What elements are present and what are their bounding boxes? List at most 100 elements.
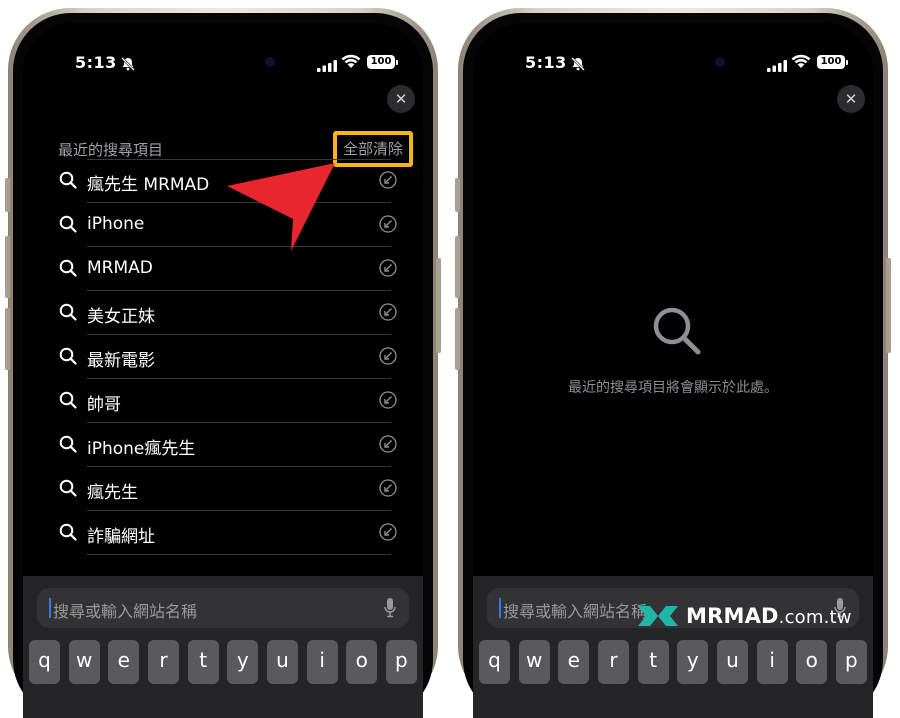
status-bar: 5:13 100 [473, 23, 873, 79]
search-icon [59, 347, 77, 365]
search-icon [653, 307, 701, 355]
keyboard-area: 搜尋或輸入網站名稱 qwertyuiop [473, 576, 873, 718]
key-w[interactable]: w [68, 640, 100, 684]
search-icon [59, 523, 77, 541]
key-t[interactable]: t [187, 640, 219, 684]
cellular-signal-icon [317, 57, 337, 76]
fill-search-arrow-icon[interactable] [379, 171, 397, 189]
key-y[interactable]: y [227, 640, 259, 684]
keyboard-row-1: qwertyuiop [29, 640, 417, 684]
key-q[interactable]: q [479, 640, 510, 684]
recent-search-label: 帥哥 [87, 395, 121, 415]
close-button[interactable]: ✕ [837, 85, 865, 113]
front-camera [265, 57, 275, 67]
recent-search-label: 詐騙網址 [87, 527, 155, 547]
recent-search-label: iPhone [87, 214, 145, 234]
key-e[interactable]: e [108, 640, 140, 684]
silent-bell-icon [121, 56, 135, 75]
key-e[interactable]: e [558, 640, 590, 684]
volume-down-button [5, 308, 10, 370]
key-o[interactable]: o [796, 640, 828, 684]
search-icon [59, 171, 77, 189]
watermark-brand: MRMAD [686, 604, 779, 628]
silent-bell-icon [571, 56, 585, 75]
battery-tip [396, 60, 398, 65]
volume-down-button [455, 308, 460, 370]
key-i[interactable]: i [306, 640, 338, 684]
battery-tip [846, 60, 848, 65]
recent-search-item[interactable]: 帥哥 [23, 379, 423, 423]
watermark-domain: .com.tw [778, 607, 852, 628]
recent-search-label: 美女正妹 [87, 307, 155, 327]
close-icon: ✕ [844, 90, 858, 108]
search-icon [59, 215, 77, 233]
key-r[interactable]: r [147, 640, 179, 684]
front-camera [715, 57, 725, 67]
battery-indicator: 100 [367, 55, 395, 69]
recent-search-label: 瘋先生 MRMAD [87, 175, 210, 195]
close-icon: ✕ [394, 90, 408, 108]
key-q[interactable]: q [29, 640, 60, 684]
empty-state-message: 最近的搜尋項目將會顯示於此處。 [568, 380, 778, 396]
search-icon [59, 479, 77, 497]
key-r[interactable]: r [597, 640, 629, 684]
search-icon [59, 391, 77, 409]
recent-search-label: 最新電影 [87, 351, 155, 371]
screen-left: 5:13 100 ✕ 最近的搜尋項目 全部清除 瘋先生 MRMAD iPhone… [23, 23, 423, 718]
address-placeholder: 搜尋或輸入網站名稱 [53, 602, 198, 621]
power-button [436, 258, 441, 353]
action-button [455, 178, 460, 212]
key-p[interactable]: p [385, 640, 417, 684]
key-t[interactable]: t [637, 640, 669, 684]
wifi-icon [791, 54, 811, 73]
microphone-icon[interactable] [383, 597, 397, 623]
key-i[interactable]: i [756, 640, 788, 684]
phone-frame-left: 5:13 100 ✕ 最近的搜尋項目 全部清除 瘋先生 MRMAD iPhone… [5, 8, 441, 718]
key-w[interactable]: w [518, 640, 550, 684]
key-y[interactable]: y [677, 640, 709, 684]
recent-search-item[interactable]: 詐騙網址 [23, 511, 423, 555]
status-bar: 5:13 100 [23, 23, 423, 79]
recent-search-item[interactable]: 最新電影 [23, 335, 423, 379]
mrmad-logo-icon [638, 606, 678, 626]
recent-search-label: iPhone瘋先生 [87, 439, 196, 459]
fill-search-arrow-icon[interactable] [379, 523, 397, 541]
key-u[interactable]: u [266, 640, 298, 684]
address-placeholder: 搜尋或輸入網站名稱 [503, 602, 648, 621]
search-icon [59, 303, 77, 321]
annotation-arrow-icon [227, 163, 335, 251]
key-p[interactable]: p [835, 640, 867, 684]
watermark-text: MRMAD.com.tw [686, 604, 852, 628]
divider [87, 554, 391, 555]
close-button[interactable]: ✕ [387, 85, 415, 113]
fill-search-arrow-icon[interactable] [379, 259, 397, 277]
fill-search-arrow-icon[interactable] [379, 215, 397, 233]
bezel: 5:13 100 ✕ 最近的搜尋項目 全部清除 瘋先生 MRMAD iPhone… [13, 13, 433, 718]
battery-indicator: 100 [817, 55, 845, 69]
status-time: 5:13 [525, 53, 567, 72]
keyboard-area: 搜尋或輸入網站名稱 qwertyuiop [23, 576, 423, 718]
recent-search-item[interactable]: iPhone瘋先生 [23, 423, 423, 467]
fill-search-arrow-icon[interactable] [379, 391, 397, 409]
recent-search-item[interactable]: 美女正妹 [23, 291, 423, 335]
fill-search-arrow-icon[interactable] [379, 347, 397, 365]
key-o[interactable]: o [346, 640, 378, 684]
power-button [886, 258, 891, 353]
text-caret [49, 598, 51, 618]
cellular-signal-icon [767, 57, 787, 76]
fill-search-arrow-icon[interactable] [379, 479, 397, 497]
address-bar[interactable]: 搜尋或輸入網站名稱 [37, 588, 409, 628]
fill-search-arrow-icon[interactable] [379, 435, 397, 453]
recent-search-label: MRMAD [87, 258, 153, 278]
keyboard-row-1: qwertyuiop [479, 640, 867, 684]
volume-up-button [455, 236, 460, 298]
recent-search-label: 瘋先生 [87, 483, 138, 503]
recent-search-item[interactable]: 瘋先生 [23, 467, 423, 511]
key-u[interactable]: u [716, 640, 748, 684]
section-title: 最近的搜尋項目 [58, 141, 164, 159]
status-time: 5:13 [75, 53, 117, 72]
fill-search-arrow-icon[interactable] [379, 303, 397, 321]
text-caret [499, 598, 501, 618]
action-button [5, 178, 10, 212]
volume-up-button [5, 236, 10, 298]
